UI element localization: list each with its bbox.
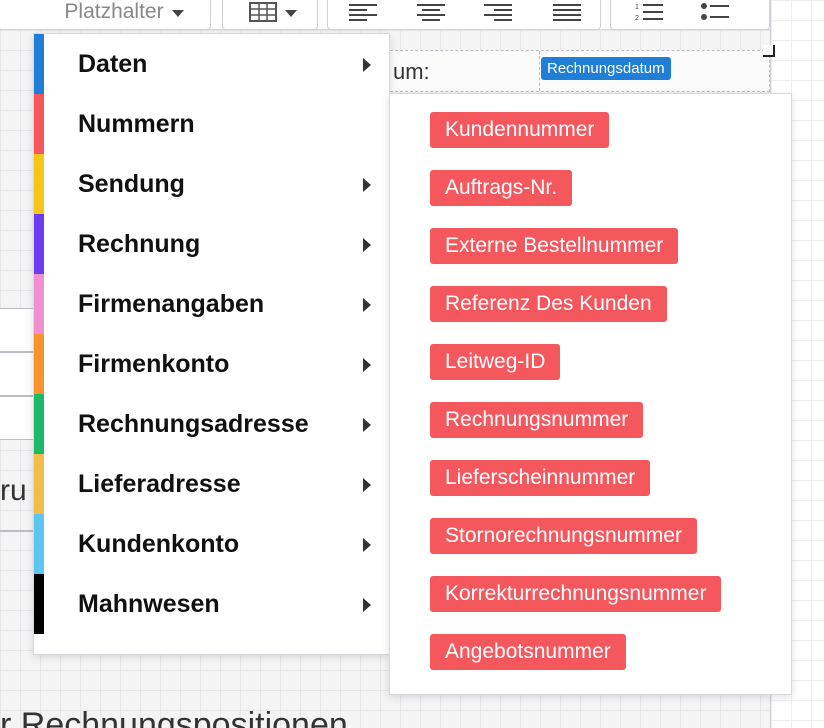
menu-item-label: Daten <box>78 49 148 78</box>
menu-item-label: Nummern <box>78 109 195 138</box>
align-left-icon[interactable] <box>348 0 378 27</box>
placeholder-tag[interactable]: Korrekturrechnungsnummer <box>430 576 722 612</box>
menu-item-nummern[interactable]: Nummern <box>34 94 390 154</box>
field-divider <box>539 51 540 91</box>
placeholder-dropdown[interactable]: Platzhalter <box>0 0 211 30</box>
placeholder-tag[interactable]: Referenz Des Kunden <box>430 286 667 322</box>
left-text-fragment: ru <box>0 474 27 507</box>
placeholder-tag[interactable]: Lieferscheinnummer <box>430 460 651 496</box>
placeholder-tag[interactable]: Auftrags-Nr. <box>430 170 573 206</box>
divider <box>0 530 36 532</box>
chevron-down-icon <box>171 9 184 17</box>
alignment-group <box>327 0 601 30</box>
category-color-bar <box>34 514 44 574</box>
ordered-list-icon[interactable]: 12 <box>633 0 665 27</box>
placeholder-tag[interactable]: Rechnungsnummer <box>430 402 644 438</box>
menu-item-kundenkonto[interactable]: Kundenkonto <box>34 514 390 574</box>
menu-item-mahnwesen[interactable]: Mahnwesen <box>34 574 390 634</box>
chevron-right-icon <box>363 298 371 312</box>
category-color-bar <box>34 214 44 274</box>
table-icon <box>249 2 277 22</box>
menu-item-daten[interactable]: Daten <box>34 34 390 94</box>
chevron-right-icon <box>363 358 371 372</box>
placeholder-tag[interactable]: Leitweg-ID <box>430 344 561 380</box>
chevron-right-icon <box>363 58 371 72</box>
svg-text:1: 1 <box>635 4 639 11</box>
category-color-bar <box>34 94 44 154</box>
editor-toolbar: Platzhalter 12 <box>0 0 770 30</box>
resize-handle[interactable] <box>763 45 775 57</box>
chevron-right-icon <box>363 418 371 432</box>
svg-text:2: 2 <box>635 15 639 22</box>
menu-item-rechnungsadresse[interactable]: Rechnungsadresse <box>34 394 390 454</box>
menu-item-firmenangaben[interactable]: Firmenangaben <box>34 274 390 334</box>
align-center-icon[interactable] <box>416 0 446 27</box>
placeholder-label: Platzhalter <box>64 0 164 23</box>
menu-item-rechnung[interactable]: Rechnung <box>34 214 390 274</box>
chevron-right-icon <box>363 598 371 612</box>
chevron-right-icon <box>363 178 371 192</box>
align-justify-icon[interactable] <box>552 0 582 27</box>
category-color-bar <box>34 574 44 634</box>
menu-item-label: Rechnungsadresse <box>78 409 309 438</box>
menu-item-label: Sendung <box>78 169 185 198</box>
table-dropdown[interactable] <box>222 0 318 30</box>
chevron-down-icon <box>285 9 297 17</box>
placeholder-dropdown-content: Platzhalter <box>49 0 199 27</box>
placeholder-tag[interactable]: Angebotsnummer <box>430 634 626 670</box>
menu-item-label: Lieferadresse <box>78 469 241 498</box>
bullet-list-icon[interactable] <box>699 0 731 27</box>
menu-item-label: Rechnung <box>78 229 201 258</box>
left-table-rows <box>0 308 36 440</box>
rechnungsdatum-tag[interactable]: Rechnungsdatum <box>541 57 671 80</box>
date-field[interactable]: um: Rechnungsdatum <box>380 50 770 92</box>
nummern-submenu: Kundennummer Auftrags-Nr. Externe Bestelln… <box>389 93 792 695</box>
placeholder-menu: Daten Nummern Sendung Rechnung Firmenangaben… <box>33 33 390 655</box>
placeholder-tag[interactable]: Externe Bestellnummer <box>430 228 679 264</box>
table-dropdown-content <box>243 0 303 27</box>
align-right-icon[interactable] <box>483 0 513 27</box>
category-color-bar <box>34 34 44 94</box>
table-row <box>0 352 36 396</box>
menu-item-label: Firmenangaben <box>78 289 265 318</box>
category-color-bar <box>34 154 44 214</box>
date-field-label: um: <box>393 59 430 84</box>
menu-item-label: Firmenkonto <box>78 349 230 378</box>
category-color-bar <box>34 454 44 514</box>
table-row <box>0 396 36 440</box>
menu-item-label: Kundenkonto <box>78 529 240 558</box>
chevron-right-icon <box>363 478 371 492</box>
chevron-right-icon <box>363 538 371 552</box>
list-group: 12 <box>610 0 770 30</box>
menu-item-firmenkonto[interactable]: Firmenkonto <box>34 334 390 394</box>
menu-item-label: Mahnwesen <box>78 589 220 618</box>
category-color-bar <box>34 274 44 334</box>
category-color-bar <box>34 394 44 454</box>
section-heading: r Rechnungspositionen <box>0 706 348 728</box>
placeholder-tag[interactable]: Stornorechnungsnummer <box>430 518 697 554</box>
menu-item-lieferadresse[interactable]: Lieferadresse <box>34 454 390 514</box>
category-color-bar <box>34 334 44 394</box>
menu-item-sendung[interactable]: Sendung <box>34 154 390 214</box>
table-row <box>0 308 36 352</box>
chevron-right-icon <box>363 238 371 252</box>
placeholder-tag[interactable]: Kundennummer <box>430 112 610 148</box>
